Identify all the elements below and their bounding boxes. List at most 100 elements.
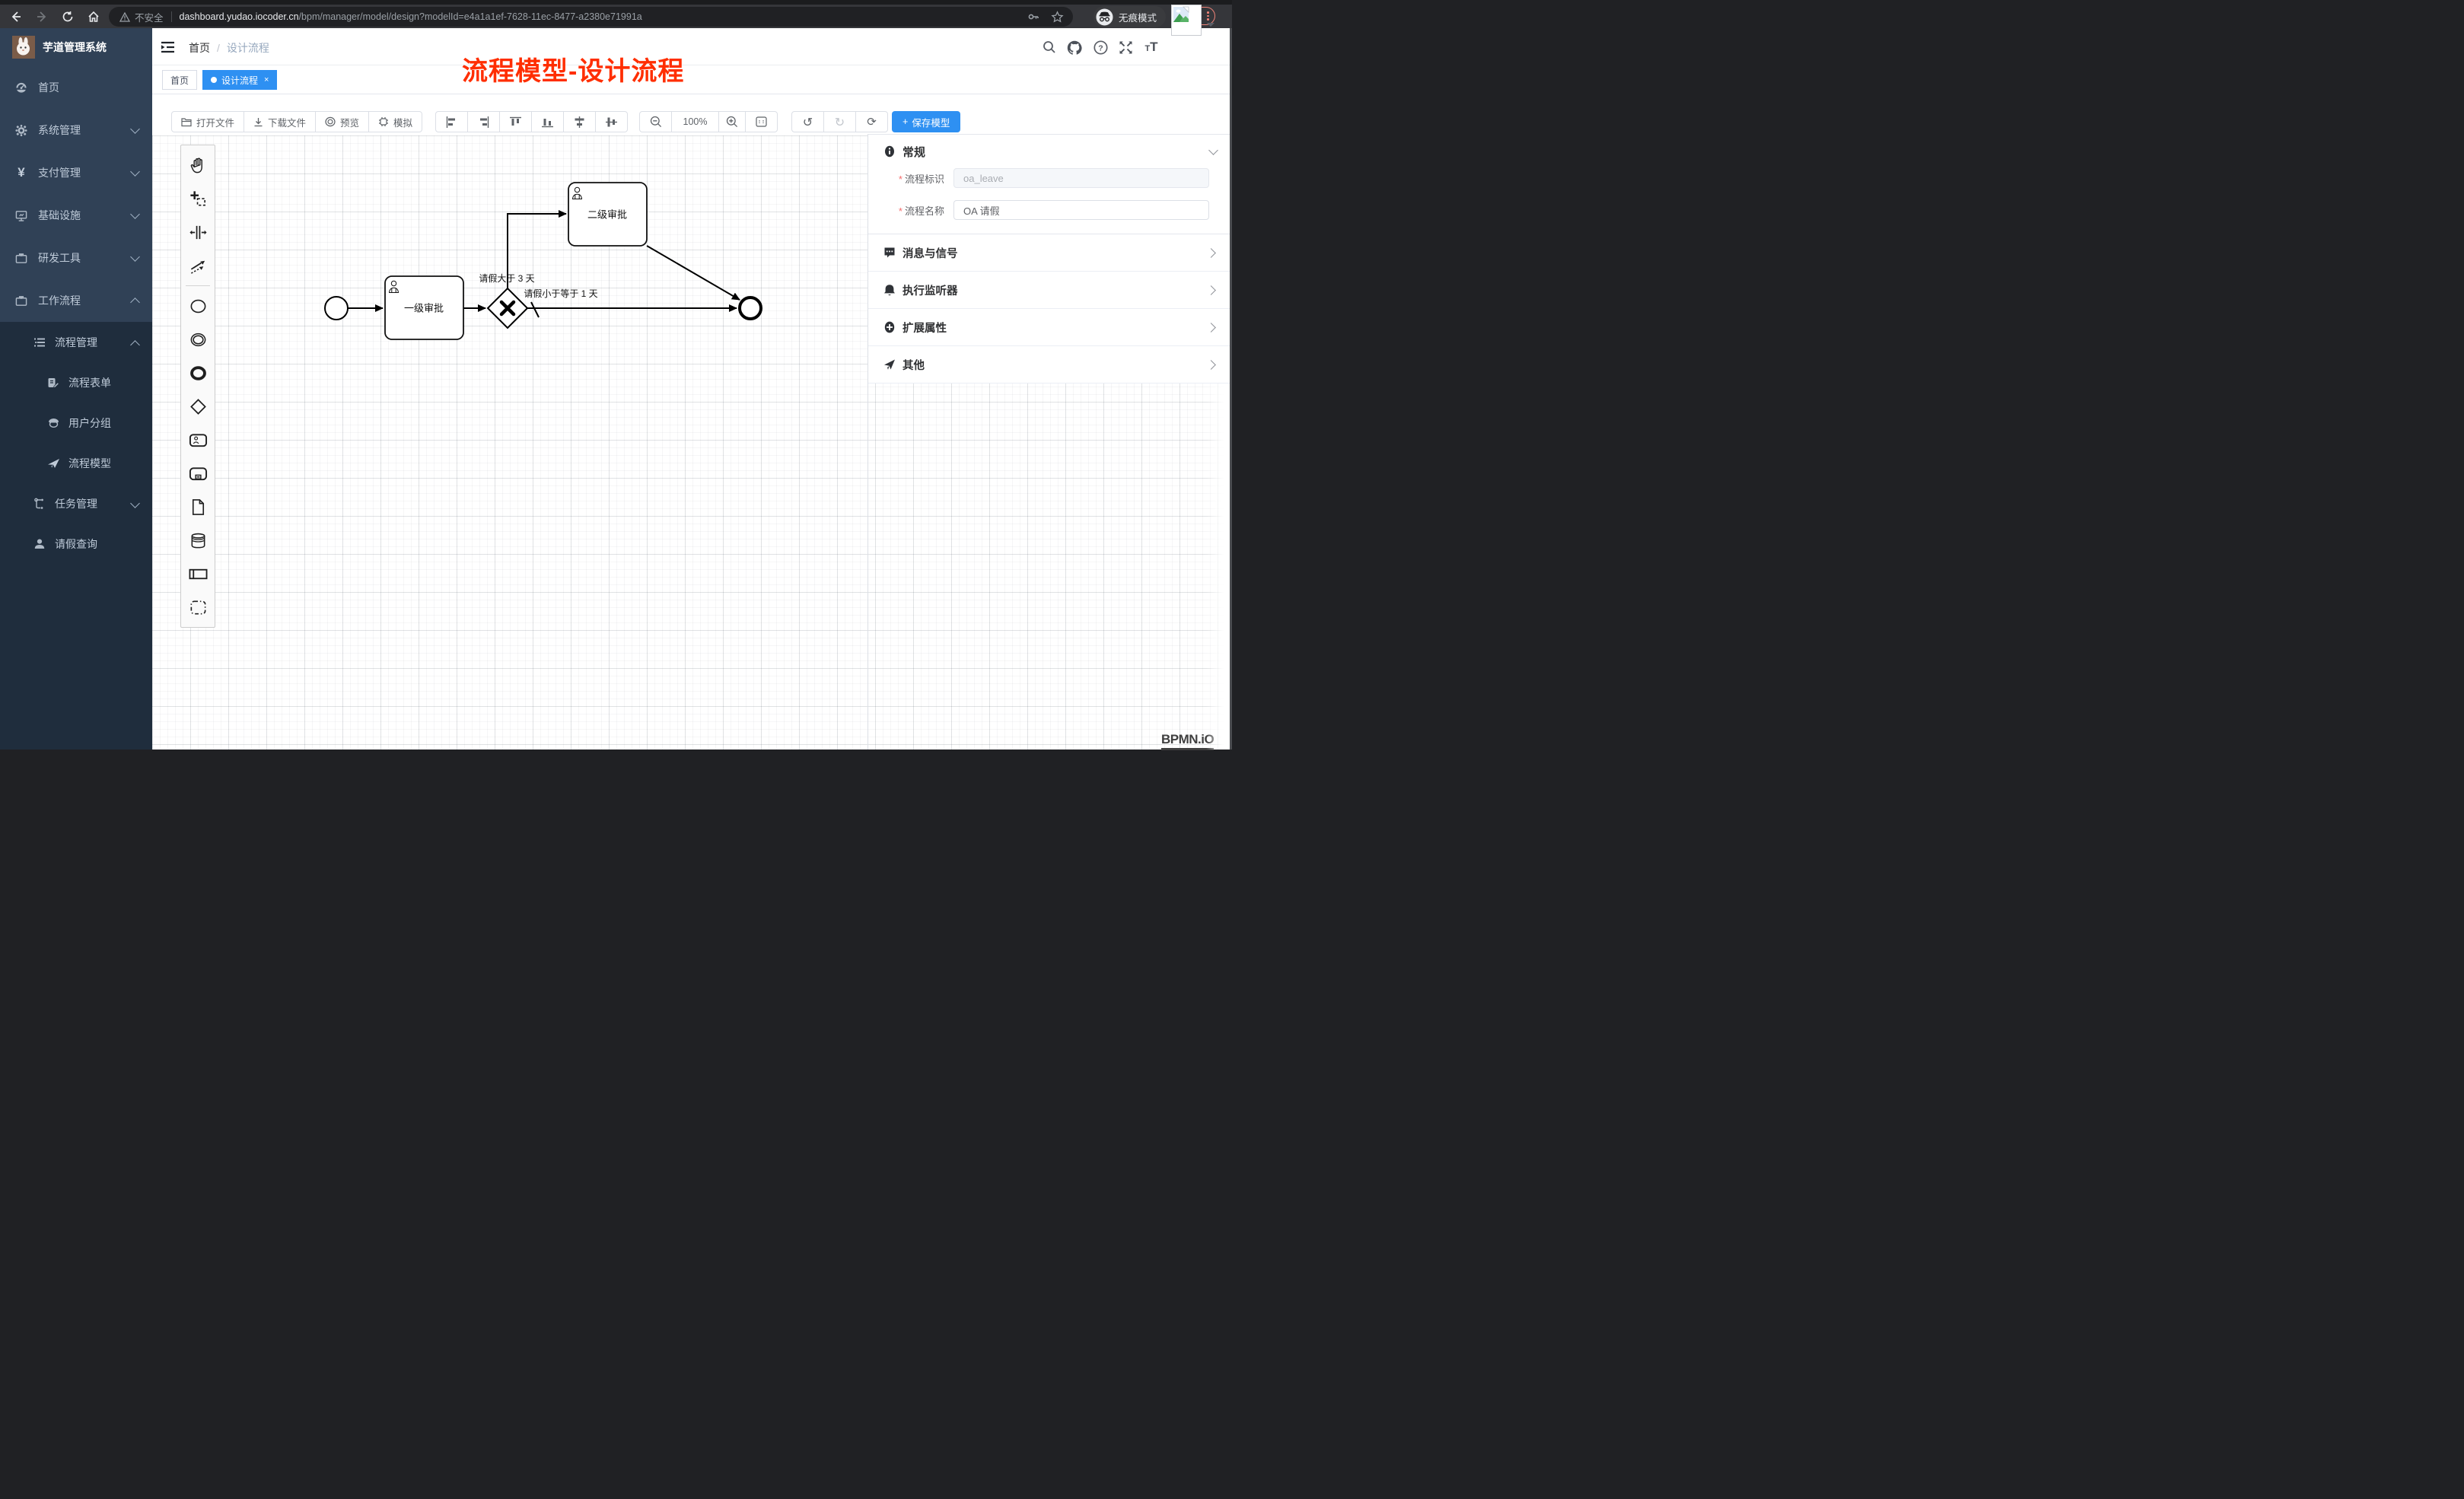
section-general: 常规 *流程标识 *流程名称 bbox=[868, 135, 1232, 234]
sidebar-item-label: 工作流程 bbox=[38, 293, 81, 308]
breadcrumb-home[interactable]: 首页 bbox=[189, 40, 210, 56]
restart-button[interactable]: ⟳ bbox=[855, 111, 888, 132]
start-event[interactable] bbox=[325, 297, 348, 320]
default-flow-marker bbox=[531, 302, 539, 317]
browser-menu-icon[interactable] bbox=[1207, 11, 1209, 21]
bookmark-star-icon[interactable] bbox=[1051, 11, 1064, 24]
flow-label-le1[interactable]: 请假小于等于 1 天 bbox=[524, 288, 597, 299]
sidebar-item-system[interactable]: 系统管理 bbox=[0, 109, 152, 151]
flow-task2-to-end[interactable] bbox=[647, 246, 740, 300]
section-title: 扩展属性 bbox=[903, 320, 947, 336]
briefcase-icon bbox=[15, 294, 27, 307]
browser-home-icon[interactable] bbox=[84, 7, 103, 27]
sidebar-item-label: 流程管理 bbox=[55, 335, 97, 350]
close-icon[interactable]: × bbox=[264, 75, 269, 84]
sidebar-item-label: 系统管理 bbox=[38, 123, 81, 138]
broken-image-icon bbox=[1173, 6, 1189, 23]
flow-label-gt3[interactable]: 请假大于 3 天 bbox=[479, 273, 534, 284]
sidebar-item-label: 流程表单 bbox=[68, 375, 111, 390]
button-label: 下载文件 bbox=[268, 115, 306, 129]
button-label: 打开文件 bbox=[196, 115, 234, 129]
properties-panel: 常规 *流程标识 *流程名称 消息与信号 执行监听器 扩展属性 其他 bbox=[867, 134, 1232, 750]
comment-icon bbox=[883, 247, 896, 259]
open-file-button[interactable]: 打开文件 bbox=[171, 111, 244, 132]
zoom-value: 100% bbox=[683, 116, 708, 127]
sidebar-item-payment[interactable]: ¥ 支付管理 bbox=[0, 151, 152, 194]
preview-button[interactable]: 预览 bbox=[315, 111, 369, 132]
save-model-button[interactable]: + 保存模型 bbox=[892, 111, 960, 132]
zoom-in-button[interactable] bbox=[718, 111, 746, 132]
tab-design-process[interactable]: 设计流程 × bbox=[202, 70, 277, 90]
section-execution-listener[interactable]: 执行监听器 bbox=[868, 272, 1232, 309]
align-right-button[interactable] bbox=[467, 111, 500, 132]
url-bar[interactable]: 不安全 dashboard.yudao.iocoder.cn/bpm/manag… bbox=[109, 7, 1073, 27]
sidebar-item-label: 用户分组 bbox=[68, 415, 111, 431]
section-extended-attributes[interactable]: 扩展属性 bbox=[868, 309, 1232, 346]
browser-forward-icon[interactable] bbox=[32, 7, 52, 27]
password-key-icon[interactable] bbox=[1027, 10, 1040, 24]
fullscreen-icon[interactable] bbox=[1116, 38, 1135, 56]
sidebar-item-label: 流程模型 bbox=[68, 456, 111, 471]
sidebar-item-process-mgmt[interactable]: 流程管理 bbox=[0, 322, 152, 362]
sidebar-item-home[interactable]: 首页 bbox=[0, 66, 152, 109]
sidebar-item-label: 任务管理 bbox=[55, 496, 97, 511]
browser-back-icon[interactable] bbox=[6, 7, 26, 27]
chevron-right-icon bbox=[1206, 360, 1216, 370]
sidebar-item-process-model[interactable]: 流程模型 bbox=[0, 443, 152, 483]
align-center-horizontal-button[interactable] bbox=[563, 111, 596, 132]
process-key-input[interactable] bbox=[953, 168, 1209, 188]
zoom-out-button[interactable] bbox=[639, 111, 672, 132]
sidebar-item-devtools[interactable]: 研发工具 bbox=[0, 237, 152, 279]
align-center-vertical-button[interactable] bbox=[595, 111, 628, 132]
incognito-icon bbox=[1096, 8, 1113, 26]
sidebar-item-process-form[interactable]: 流程表单 bbox=[0, 362, 152, 403]
section-message-signal[interactable]: 消息与信号 bbox=[868, 234, 1232, 272]
file-toolbar-group: 打开文件 下载文件 预览 模拟 bbox=[171, 111, 422, 132]
github-icon[interactable] bbox=[1065, 38, 1084, 56]
fit-viewport-button[interactable] bbox=[745, 111, 778, 132]
button-label: 预览 bbox=[340, 115, 359, 129]
header-search-button[interactable] bbox=[1040, 38, 1059, 56]
svg-text:?: ? bbox=[1098, 43, 1103, 53]
simulate-button[interactable]: 模拟 bbox=[368, 111, 422, 132]
sidebar-collapse-icon[interactable] bbox=[158, 38, 177, 56]
align-bottom-button[interactable] bbox=[531, 111, 564, 132]
section-title: 消息与信号 bbox=[903, 245, 958, 261]
field-label: *流程标识 bbox=[868, 171, 944, 186]
undo-button[interactable]: ↺ bbox=[791, 111, 824, 132]
sidebar-item-label: 请假查询 bbox=[55, 536, 97, 552]
chevron-down-icon bbox=[1208, 145, 1218, 155]
tab-home[interactable]: 首页 bbox=[162, 70, 197, 90]
caret-down-icon[interactable] bbox=[1207, 23, 1214, 30]
exclusive-gateway[interactable] bbox=[488, 288, 527, 328]
tab-label: 设计流程 bbox=[221, 74, 258, 87]
avatar[interactable] bbox=[1171, 5, 1202, 36]
app-logo-row[interactable]: 芋道管理系统 bbox=[0, 28, 152, 66]
chevron-right-icon bbox=[1206, 248, 1216, 258]
section-general-header[interactable]: 常规 bbox=[868, 135, 1232, 168]
section-other[interactable]: 其他 bbox=[868, 346, 1232, 384]
align-left-button[interactable] bbox=[435, 111, 468, 132]
download-file-button[interactable]: 下载文件 bbox=[244, 111, 316, 132]
task-second-approval[interactable]: 二级审批 bbox=[568, 183, 647, 246]
sidebar-item-infra[interactable]: 基础设施 bbox=[0, 194, 152, 237]
font-size-icon[interactable]: TT bbox=[1142, 38, 1160, 56]
url-path: /bpm/manager/model/design?modelId=e4a1a1… bbox=[299, 11, 642, 22]
browser-reload-icon[interactable] bbox=[58, 7, 78, 27]
sidebar-item-leave-query[interactable]: 请假查询 bbox=[0, 524, 152, 564]
yen-icon: ¥ bbox=[15, 165, 27, 180]
redo-button[interactable]: ↻ bbox=[823, 111, 856, 132]
plus-circle-icon bbox=[883, 321, 896, 333]
end-event[interactable] bbox=[740, 298, 761, 319]
sidebar-item-user-group[interactable]: 用户分组 bbox=[0, 403, 152, 443]
incognito-badge: 无痕模式 bbox=[1094, 6, 1166, 27]
info-icon bbox=[883, 145, 896, 158]
sidebar-item-workflow[interactable]: 工作流程 bbox=[0, 279, 152, 322]
task1-label: 一级审批 bbox=[404, 303, 444, 314]
help-icon[interactable]: ? bbox=[1091, 38, 1109, 56]
sidebar-item-task-mgmt[interactable]: 任务管理 bbox=[0, 483, 152, 524]
align-toolbar-group bbox=[435, 111, 628, 132]
process-name-input[interactable] bbox=[953, 200, 1209, 220]
task-first-approval[interactable]: 一级审批 bbox=[385, 276, 463, 339]
align-top-button[interactable] bbox=[499, 111, 532, 132]
